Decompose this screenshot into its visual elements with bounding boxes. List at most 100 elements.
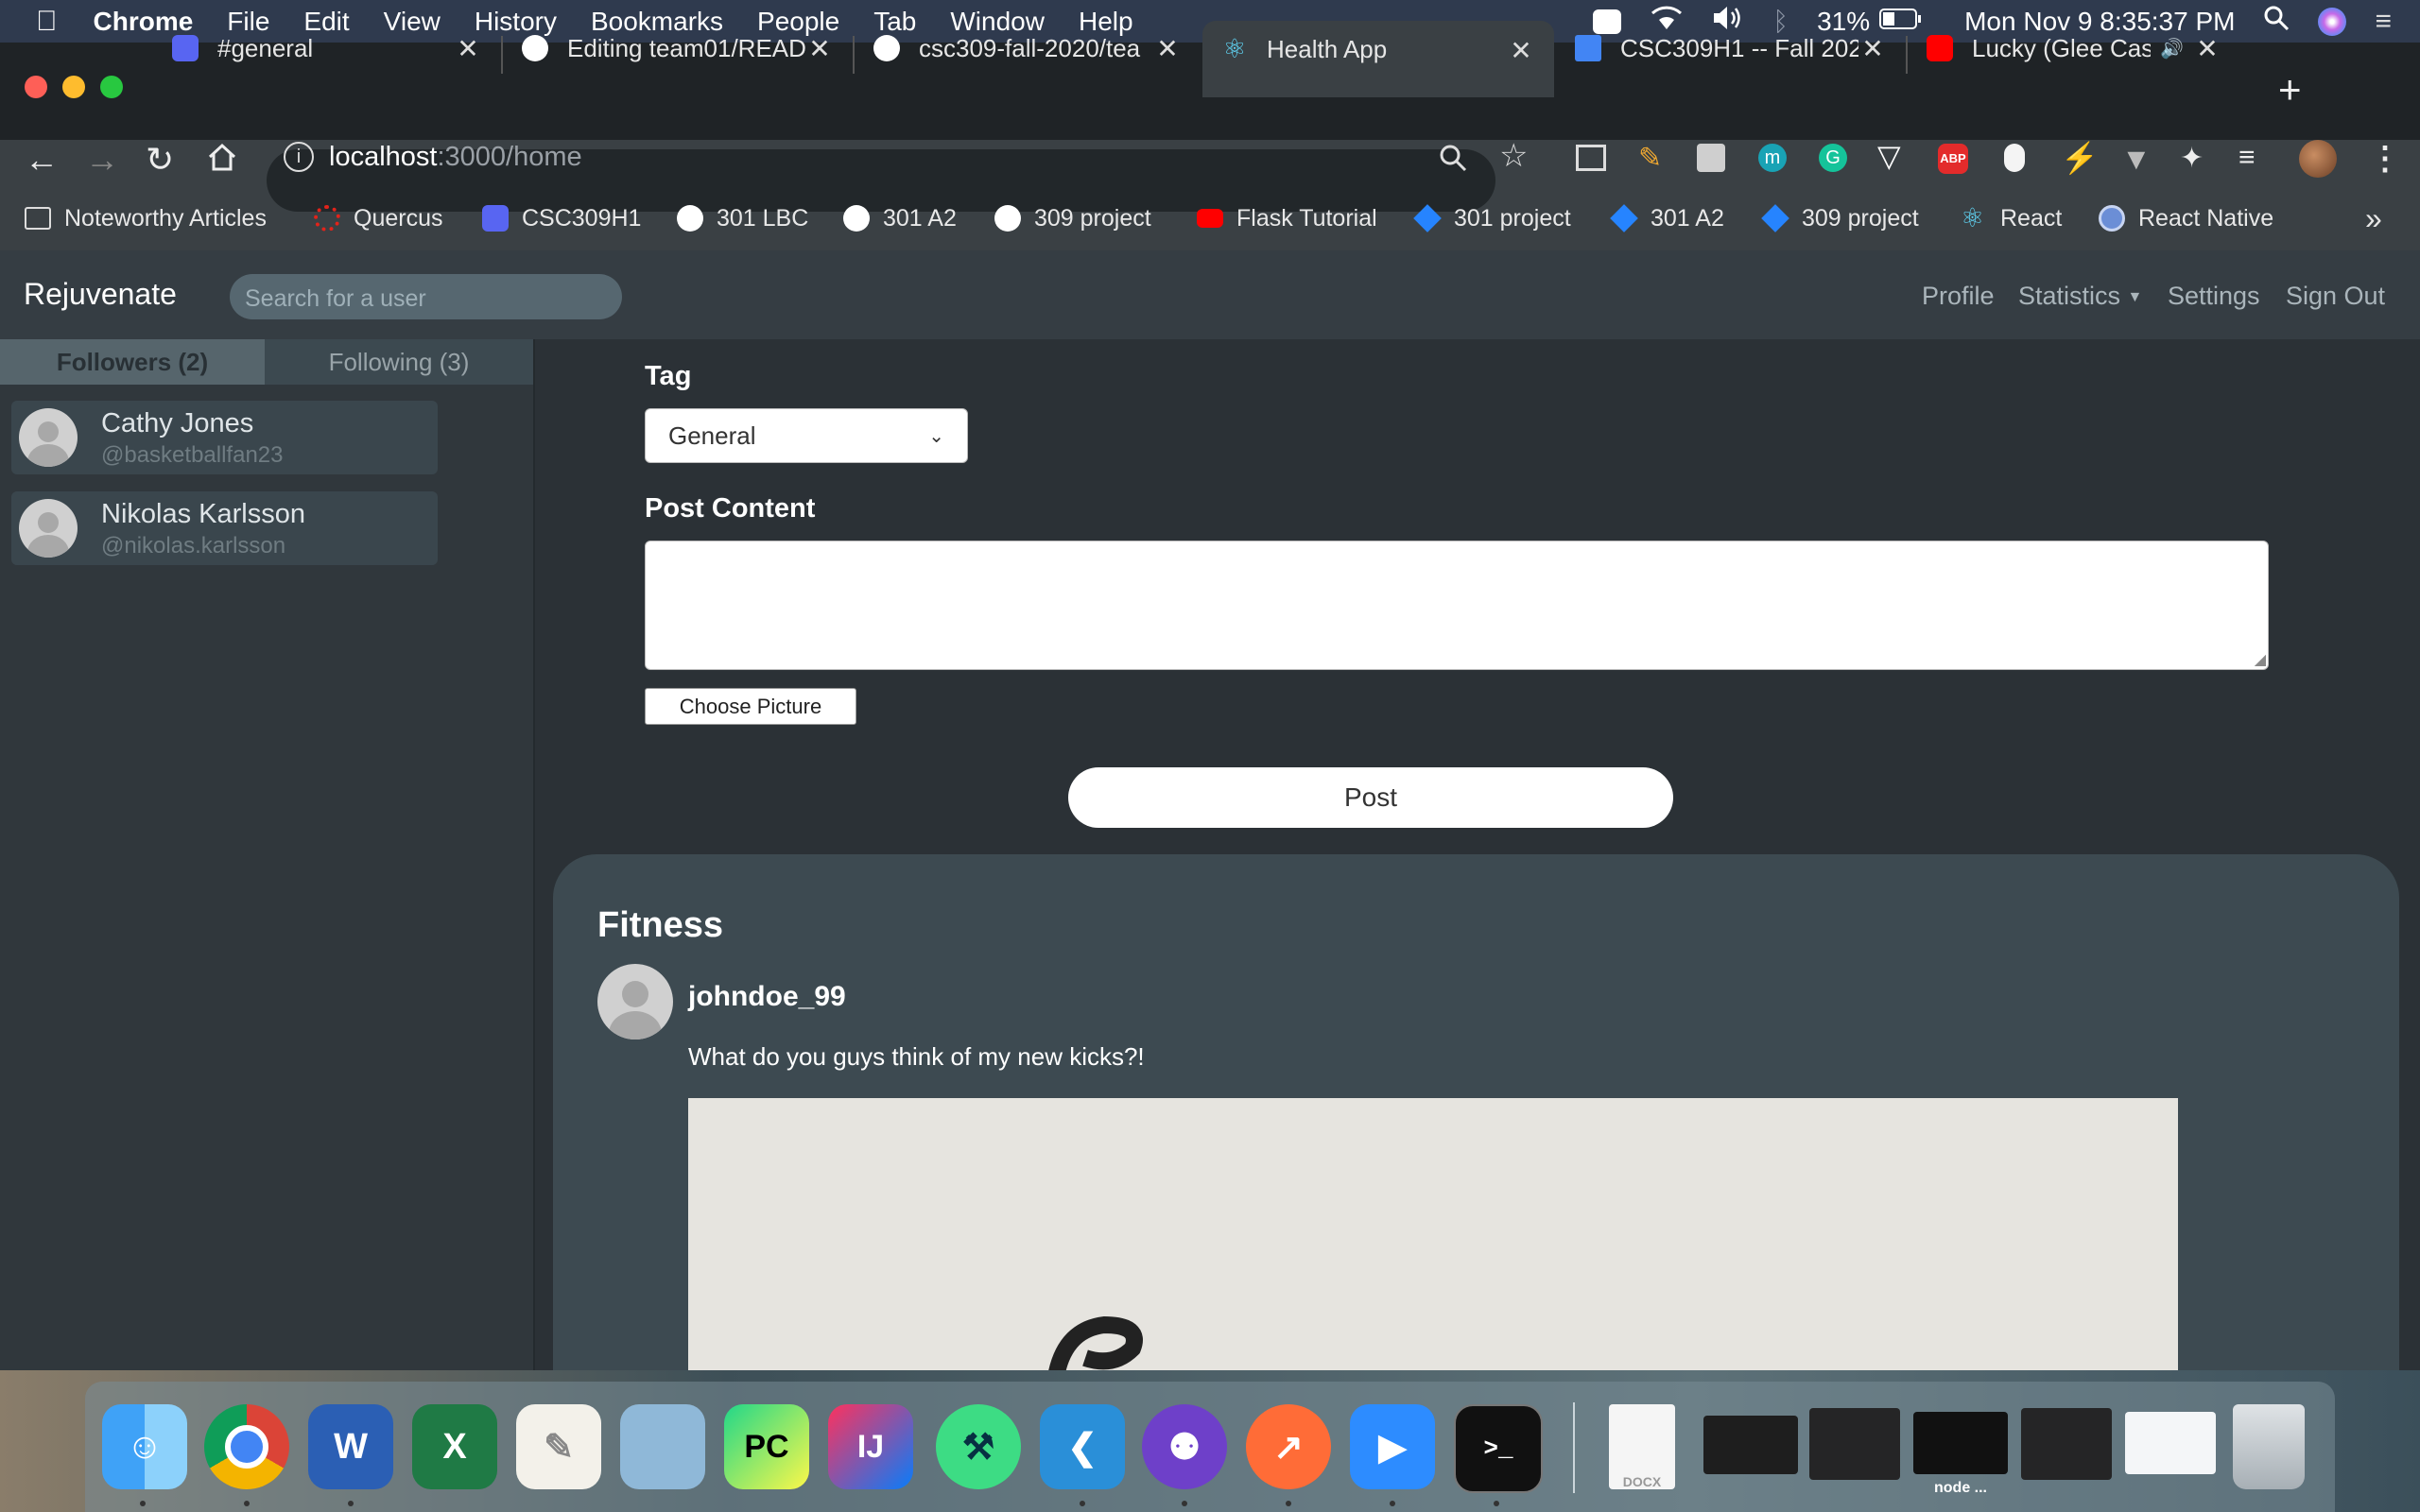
bookmark-item[interactable]: React Native	[2099, 197, 2273, 240]
bookmark-item[interactable]: 301 A2	[1610, 197, 1724, 240]
vue-devtools-icon[interactable]: ▼	[2121, 142, 2152, 177]
bookmark-label: Quercus	[354, 204, 443, 232]
docx-document-icon[interactable]: DOCX	[1609, 1404, 1675, 1489]
screenshot-extension-icon[interactable]	[1576, 145, 1606, 171]
trash-icon[interactable]	[2233, 1404, 2305, 1489]
bookmark-item[interactable]: 301 A2	[843, 197, 957, 240]
nav-profile[interactable]: Profile	[1922, 282, 1995, 311]
chrome-menu-icon[interactable]: ⋮	[2369, 140, 2401, 178]
resize-handle-icon[interactable]: ◢	[2255, 650, 2266, 669]
tab-health-app[interactable]: ⚛ Health App ✕	[1202, 21, 1554, 97]
zoom-icon[interactable]	[1439, 144, 1467, 177]
control-center-icon[interactable]: ≡	[2375, 6, 2392, 38]
notion-extension-icon[interactable]	[1697, 144, 1725, 172]
zoom-icon[interactable]: ▶	[1350, 1404, 1435, 1489]
grammarly-extension-icon[interactable]: G	[1819, 144, 1847, 172]
tab-csc309-fall[interactable]: CSC309H1 -- Fall 202 ✕	[1556, 21, 1906, 76]
extensions-puzzle-icon[interactable]: ✦	[2180, 142, 2204, 175]
bookmark-item[interactable]: Flask Tutorial	[1197, 197, 1377, 240]
bookmark-star-icon[interactable]: ☆	[1499, 137, 1528, 175]
close-icon[interactable]: ✕	[1153, 33, 1182, 64]
bookmark-item[interactable]: 309 project	[994, 197, 1151, 240]
postman-icon[interactable]: ↗	[1246, 1404, 1331, 1489]
minimized-vscode-thumbnail[interactable]	[1809, 1408, 1900, 1480]
tab-lucky-youtube[interactable]: Lucky (Glee Cast 🔊 ✕	[1908, 21, 2240, 76]
mercury-extension-icon[interactable]: m	[1758, 144, 1787, 172]
intellij-icon[interactable]: IJ	[828, 1404, 913, 1489]
post-button[interactable]: Post	[1068, 767, 1673, 828]
close-icon[interactable]: ✕	[1858, 33, 1887, 64]
bookmark-item[interactable]: 301 LBC	[677, 197, 808, 240]
adblock-plus-icon[interactable]: ABP	[1938, 144, 1968, 174]
minimized-terminal-thumbnail[interactable]: node ...	[1913, 1412, 2008, 1496]
terminal-icon[interactable]: >_	[1454, 1404, 1543, 1493]
post-author-username[interactable]: johndoe_99	[688, 981, 846, 1013]
home-icon[interactable]	[206, 142, 238, 179]
github-desktop-icon[interactable]: ⚉	[1142, 1404, 1227, 1489]
new-tab-button[interactable]: +	[2278, 66, 2302, 113]
tab-title: Editing team01/READ	[567, 33, 805, 62]
minimized-window-thumbnail[interactable]	[1703, 1416, 1798, 1474]
url-text[interactable]: localhost:3000/home	[329, 142, 582, 173]
bookmarks-overflow-button[interactable]: »	[2365, 197, 2382, 240]
toggle-extension-icon[interactable]	[2004, 144, 2025, 172]
follower-item[interactable]: Nikolas Karlsson @nikolas.karlsson	[11, 491, 438, 565]
window-close-button[interactable]	[25, 76, 47, 98]
bookmark-item[interactable]: 301 project	[1413, 197, 1571, 240]
android-studio-icon[interactable]: ⚒	[936, 1404, 1021, 1489]
user-search-input[interactable]: Search for a user	[230, 274, 622, 319]
close-icon[interactable]: ✕	[805, 33, 834, 64]
post-content-textarea[interactable]: ◢	[645, 541, 2269, 670]
bookmark-item[interactable]: 309 project	[1761, 197, 1919, 240]
preview-icon[interactable]	[620, 1404, 705, 1489]
word-icon[interactable]: W	[308, 1404, 393, 1489]
pen-extension-icon[interactable]: ✎	[1638, 142, 1662, 175]
nav-statistics-dropdown[interactable]: Statistics ▼	[2018, 282, 2142, 311]
pycharm-icon[interactable]: PC	[724, 1404, 809, 1489]
nav-sign-out[interactable]: Sign Out	[2286, 282, 2385, 311]
excel-icon[interactable]: X	[412, 1404, 497, 1489]
tag-label: Tag	[645, 361, 692, 391]
siri-icon[interactable]	[2318, 7, 2347, 36]
nav-settings[interactable]: Settings	[2168, 282, 2260, 311]
tab-following[interactable]: Following (3)	[265, 339, 533, 385]
apple-icon[interactable]: 	[36, 6, 58, 38]
audio-playing-icon[interactable]: 🔊	[2160, 37, 2184, 60]
vscode-icon[interactable]: ❮	[1040, 1404, 1125, 1489]
gem-extension-icon[interactable]: ▽	[1877, 138, 1901, 174]
bookmark-item[interactable]: Quercus	[314, 197, 442, 240]
tab-editing-readme[interactable]: Editing team01/READ ✕	[503, 21, 853, 76]
bookmark-item[interactable]: ⚛ React	[1961, 197, 2062, 240]
tab-title: Health App	[1267, 35, 1388, 63]
tab-followers[interactable]: Followers (2)	[0, 339, 265, 385]
profile-avatar[interactable]	[2299, 140, 2337, 178]
minimized-vscode-thumbnail[interactable]	[2021, 1408, 2112, 1480]
bookmark-item[interactable]: CSC309H1	[482, 197, 641, 240]
close-icon[interactable]: ✕	[454, 33, 482, 64]
site-info-icon[interactable]: i	[284, 142, 314, 172]
post-author-avatar[interactable]	[597, 964, 673, 1040]
close-icon[interactable]: ✕	[2193, 33, 2221, 64]
brand-logo[interactable]: Rejuvenate	[24, 277, 177, 312]
textedit-icon[interactable]: ✎	[516, 1404, 601, 1489]
choose-picture-button[interactable]: Choose Picture	[645, 688, 856, 725]
bookmark-item[interactable]: Noteworthy Articles	[25, 197, 267, 240]
tab-title: CSC309H1 -- Fall 202	[1620, 33, 1858, 62]
reload-icon[interactable]: ↻	[146, 140, 174, 180]
tab-csc309-repo[interactable]: csc309-fall-2020/tea ✕	[855, 21, 1201, 76]
window-minimize-button[interactable]	[62, 76, 85, 98]
finder-icon[interactable]: ☺	[102, 1404, 187, 1489]
close-icon[interactable]: ✕	[1507, 35, 1535, 66]
forward-icon[interactable]: →	[85, 140, 119, 180]
minimized-browser-thumbnail[interactable]	[2125, 1412, 2216, 1474]
lightning-extension-icon[interactable]: ⚡	[2061, 140, 2099, 176]
tag-select[interactable]: General ⌄	[645, 408, 968, 463]
spotlight-search-icon[interactable]	[2263, 5, 2290, 38]
tab-general[interactable]: #general ✕	[153, 21, 501, 76]
media-controls-icon[interactable]: ≡	[2238, 142, 2256, 174]
follower-item[interactable]: Cathy Jones @basketballfan23	[11, 401, 438, 474]
github-icon	[873, 35, 900, 61]
chrome-icon[interactable]	[204, 1404, 289, 1489]
back-icon[interactable]: ←	[25, 140, 59, 180]
window-zoom-button[interactable]	[100, 76, 123, 98]
